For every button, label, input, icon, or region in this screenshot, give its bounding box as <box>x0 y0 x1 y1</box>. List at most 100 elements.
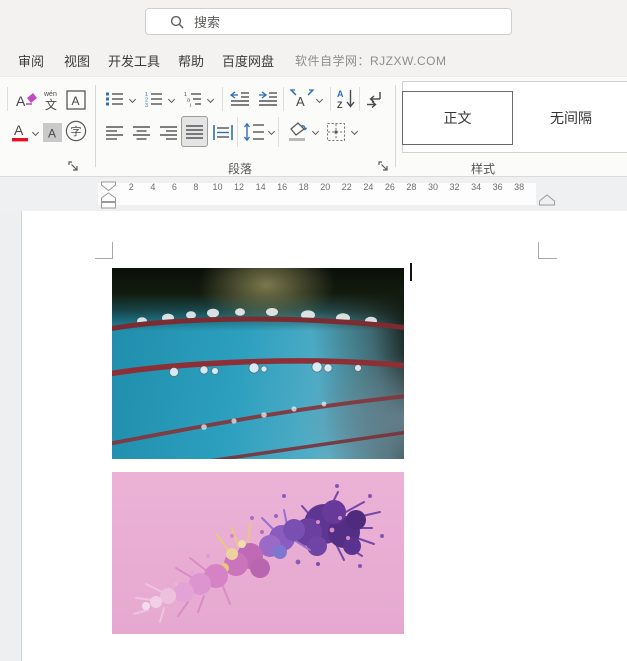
increase-indent-icon <box>259 91 277 106</box>
separator <box>283 87 284 111</box>
style-no-spacing[interactable]: 无间隔 <box>513 91 627 145</box>
font-color-dropdown[interactable] <box>31 128 40 137</box>
character-shading-button[interactable]: A <box>42 120 62 144</box>
svg-text:A: A <box>16 93 26 109</box>
shading-button[interactable] <box>284 119 310 145</box>
style-normal[interactable]: 正文 <box>402 91 513 145</box>
svg-text:A: A <box>48 126 56 140</box>
document-area <box>0 211 627 661</box>
justify-button[interactable] <box>181 116 208 147</box>
ruler-number: 38 <box>514 182 525 192</box>
align-right-button[interactable] <box>158 121 180 143</box>
character-shading-icon: A <box>42 122 62 142</box>
numbering-dropdown[interactable] <box>167 95 176 104</box>
tab-baidu-netdisk[interactable]: 百度网盘 <box>222 47 274 76</box>
svg-text:Z: Z <box>337 100 343 110</box>
twigs-overlay <box>112 308 404 459</box>
show-hide-marks-icon <box>367 92 381 108</box>
svg-text:i: i <box>190 103 191 107</box>
group-separator <box>395 85 396 167</box>
borders-dropdown[interactable] <box>350 127 359 136</box>
character-border-button[interactable]: A <box>64 87 88 113</box>
character-scaling-button[interactable]: A <box>289 86 315 112</box>
bullets-icon <box>106 92 123 106</box>
character-scaling-dropdown[interactable] <box>315 95 324 104</box>
show-hide-marks-button[interactable] <box>364 87 386 111</box>
svg-text:文: 文 <box>45 97 57 112</box>
bullets-dropdown[interactable] <box>128 95 137 104</box>
line-spacing-button[interactable] <box>242 119 266 145</box>
ruler-number: 6 <box>171 182 177 192</box>
paragraph-group-label: 段落 <box>227 162 252 176</box>
sort-icon: A Z <box>337 89 355 110</box>
first-line-indent-marker[interactable] <box>101 181 116 192</box>
character-border-icon: A <box>66 90 86 110</box>
align-left-button[interactable] <box>104 121 126 143</box>
flower-overlay <box>133 484 384 623</box>
multilevel-list-icon: 1 a i <box>184 92 201 107</box>
ruler-number: 12 <box>234 182 245 192</box>
separator <box>222 87 223 111</box>
multilevel-list-button[interactable]: 1 a i <box>182 87 204 111</box>
margin-mark-top-left <box>112 242 113 259</box>
increase-indent-button[interactable] <box>256 87 280 111</box>
image-purple-flower[interactable] <box>112 472 404 634</box>
ruler-number: 4 <box>150 182 156 192</box>
search-icon <box>170 15 184 28</box>
ruler-number: 34 <box>471 182 482 192</box>
paragraph-dialog-launcher[interactable] <box>378 161 390 173</box>
ruler-number: 22 <box>341 182 352 192</box>
bullets-button[interactable] <box>104 87 126 111</box>
search-input[interactable]: 搜索 <box>145 8 512 35</box>
separator <box>330 87 331 111</box>
numbering-icon: 1 2 3 <box>145 92 162 107</box>
multilevel-list-dropdown[interactable] <box>206 95 215 104</box>
font-dialog-launcher[interactable] <box>68 161 80 173</box>
svg-text:A: A <box>296 94 305 109</box>
indent-markers[interactable] <box>100 181 117 209</box>
phonetic-guide-button[interactable]: wén 文 <box>40 87 62 113</box>
borders-icon <box>327 123 345 141</box>
separator <box>278 117 279 147</box>
ruler-number: 8 <box>193 182 199 192</box>
distributed-button[interactable] <box>211 121 235 143</box>
shading-dropdown[interactable] <box>311 127 320 136</box>
ruler-number: 28 <box>406 182 417 192</box>
borders-button[interactable] <box>324 120 348 144</box>
ruler-number: 24 <box>363 182 374 192</box>
right-indent-marker[interactable] <box>538 194 556 206</box>
styles-gallery: 正文 无间隔 <box>402 81 627 153</box>
enclose-characters-button[interactable]: 字 <box>64 118 88 144</box>
tab-help[interactable]: 帮助 <box>178 47 204 76</box>
font-color-icon: A <box>12 122 28 142</box>
align-center-button[interactable] <box>131 121 153 143</box>
image-red-twigs-water-drops[interactable] <box>112 268 404 459</box>
ruler-number: 10 <box>212 182 223 192</box>
sort-button[interactable]: A Z <box>335 86 357 112</box>
brand-text: 软件自学网：RJZXW.COM <box>295 54 447 68</box>
svg-text:wén: wén <box>43 91 57 98</box>
shading-icon <box>289 122 308 141</box>
numbering-button[interactable]: 1 2 3 <box>143 87 165 111</box>
font-color-button[interactable]: A <box>8 118 32 146</box>
text-cursor <box>410 263 412 281</box>
tab-developer[interactable]: 开发工具 <box>108 47 160 76</box>
separator <box>359 87 360 111</box>
left-indent-marker[interactable] <box>101 202 116 209</box>
margin-mark-top-right <box>538 258 557 259</box>
ruler-number: 18 <box>298 182 309 192</box>
ruler-number: 26 <box>384 182 395 192</box>
enclose-characters-icon: 字 <box>65 120 87 142</box>
clear-formatting-button[interactable]: A <box>12 87 39 113</box>
tab-view[interactable]: 视图 <box>64 47 90 76</box>
svg-text:字: 字 <box>71 124 82 138</box>
ruler-number: 20 <box>320 182 331 192</box>
horizontal-ruler[interactable]: 2 4 6 8 10 12 14 16 18 20 22 24 26 28 30 32 34 36 38 <box>0 177 627 211</box>
line-spacing-dropdown[interactable] <box>267 127 276 136</box>
ruler-number: 2 <box>128 182 134 192</box>
tab-review[interactable]: 审阅 <box>18 47 44 76</box>
decrease-indent-button[interactable] <box>228 87 252 111</box>
hanging-indent-marker[interactable] <box>101 192 116 202</box>
ruler-number: 32 <box>449 182 460 192</box>
clear-formatting-icon: A <box>16 93 37 109</box>
